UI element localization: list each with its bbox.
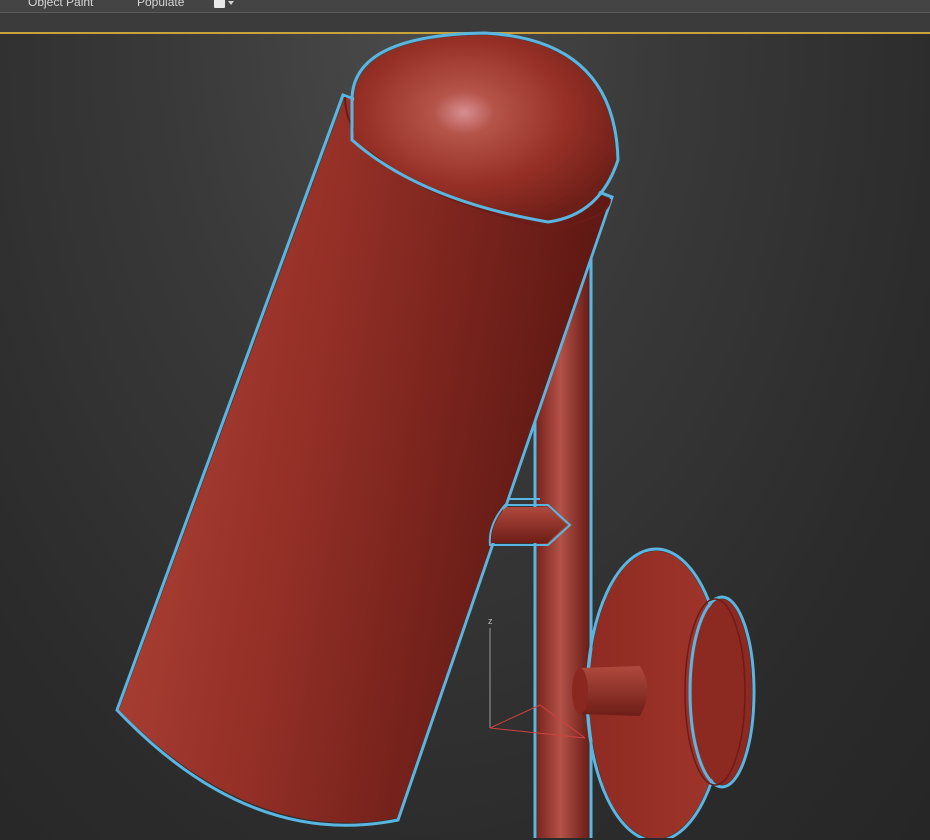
- mount-connector-rod[interactable]: [572, 666, 648, 716]
- gizmo-z-label: z: [488, 616, 493, 626]
- viewport-scene: z: [115, 31, 756, 838]
